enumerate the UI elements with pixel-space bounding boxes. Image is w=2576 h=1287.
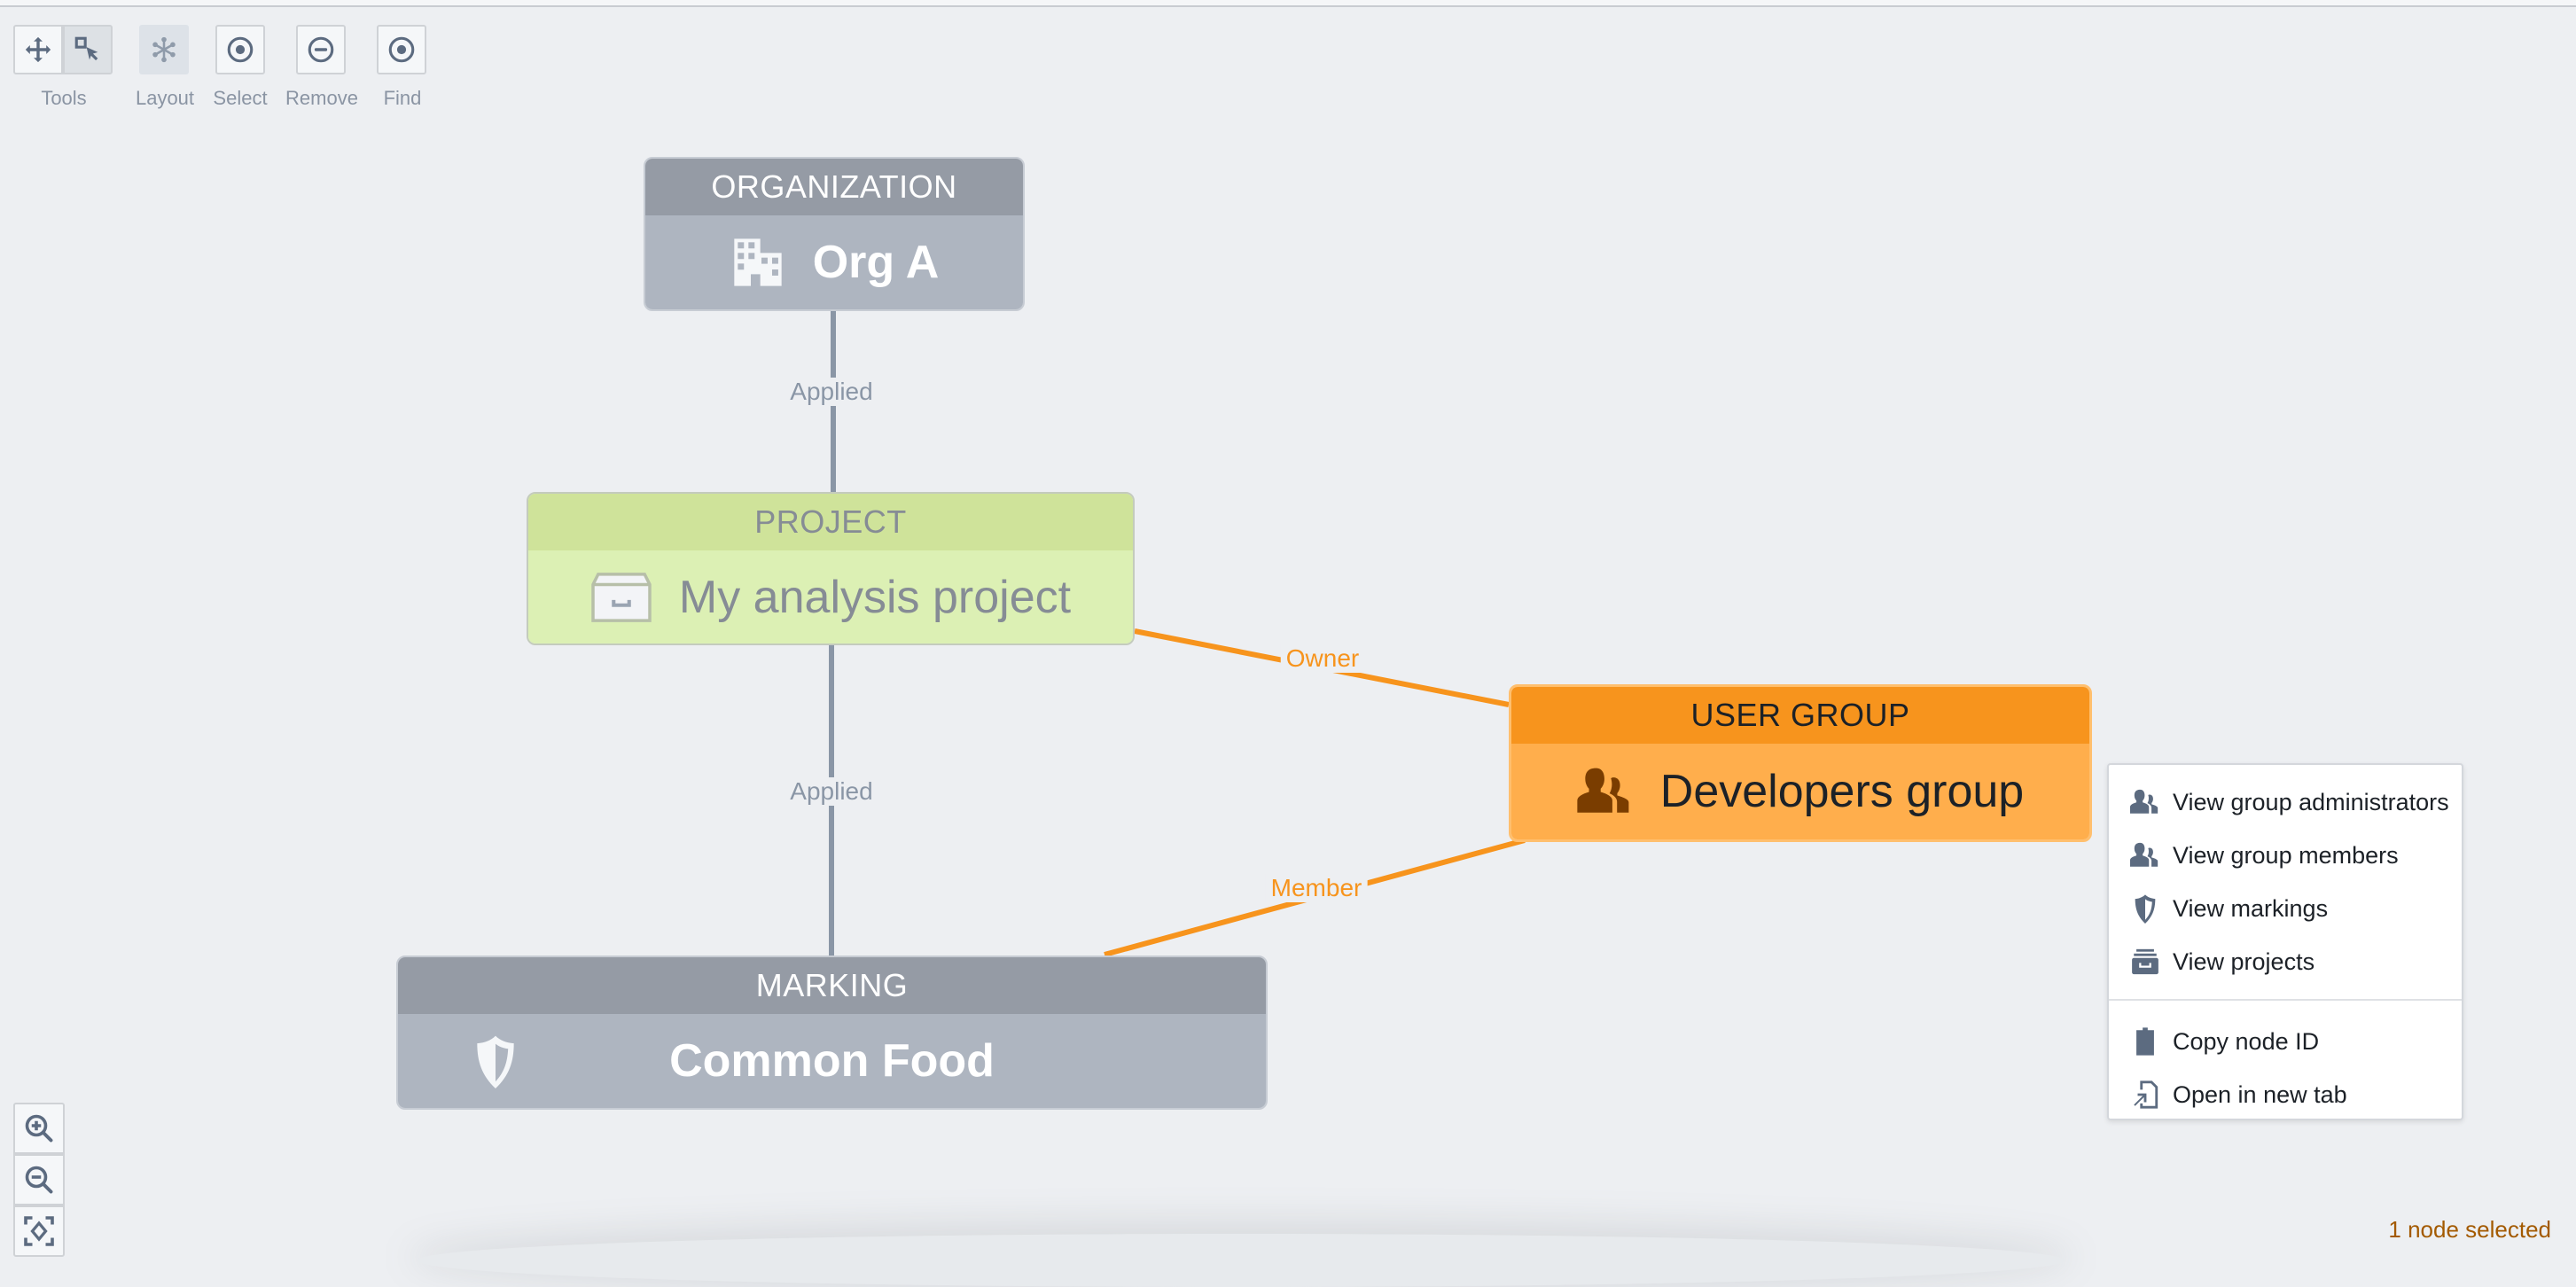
node-name: My analysis project [678,571,1072,623]
people-icon [2130,842,2158,867]
menu-item-label: View group administrators [2173,788,2449,815]
menu-divider [2109,999,2462,1001]
shield-icon [477,1035,514,1088]
node-marking[interactable]: MARKING Common Food [396,956,1268,1110]
zoom-out-icon [25,1166,53,1194]
zoom-to-fit-button[interactable] [13,1205,65,1257]
zoom-in-button[interactable] [13,1103,65,1154]
menu-item-view-markings[interactable]: View markings [2109,882,2462,935]
archive-icon [591,572,652,622]
node-user-group[interactable]: USER GROUP Developers group [1509,684,2092,842]
node-type-label: PROJECT [528,494,1133,550]
menu-item-copy-node-id[interactable]: Copy node ID [2109,1015,2462,1068]
zoom-in-icon [25,1114,53,1143]
node-project[interactable]: PROJECT My analysis project [527,492,1135,645]
edge-label-applied: Applied [785,777,878,806]
edge-label-owner: Owner [1280,644,1365,673]
node-type-label: MARKING [398,957,1266,1014]
bottom-panel-shadow [417,1234,2065,1287]
people-icon [1577,768,1629,813]
menu-item-view-projects[interactable]: View projects [2109,935,2462,988]
menu-item-view-group-members[interactable]: View group members [2109,829,2462,882]
menu-item-view-group-administrators[interactable]: View group administrators [2109,776,2462,829]
menu-item-label: View group members [2173,841,2399,869]
archive-icon [2132,948,2158,975]
clipboard-icon [2136,1027,2154,1056]
node-type-label: USER GROUP [1511,687,2089,744]
node-name: Common Food [669,1035,995,1087]
zoom-to-fit-icon [24,1216,54,1246]
menu-item-label: View projects [2173,948,2315,975]
edge-label-applied: Applied [785,378,878,406]
menu-item-label: View markings [2173,894,2329,922]
shield-icon [2135,894,2156,924]
node-name: Developers group [1659,766,2025,817]
people-icon [2130,789,2158,814]
node-context-menu: View group administrators View group mem… [2107,763,2463,1120]
share-icon [2134,1080,2158,1109]
menu-item-label: Open in new tab [2173,1080,2347,1108]
node-type-label: ORGANIZATION [645,159,1023,215]
building-icon [734,238,782,286]
menu-item-label: Copy node ID [2173,1027,2320,1055]
menu-item-open-in-new-tab[interactable]: Open in new tab [2109,1068,2462,1121]
node-organization[interactable]: ORGANIZATION Org A [644,157,1025,311]
zoom-out-button[interactable] [13,1154,65,1205]
selection-status: 1 node selected [2388,1216,2551,1243]
node-name: Org A [812,237,940,288]
edge-label-member: Member [1265,874,1368,902]
